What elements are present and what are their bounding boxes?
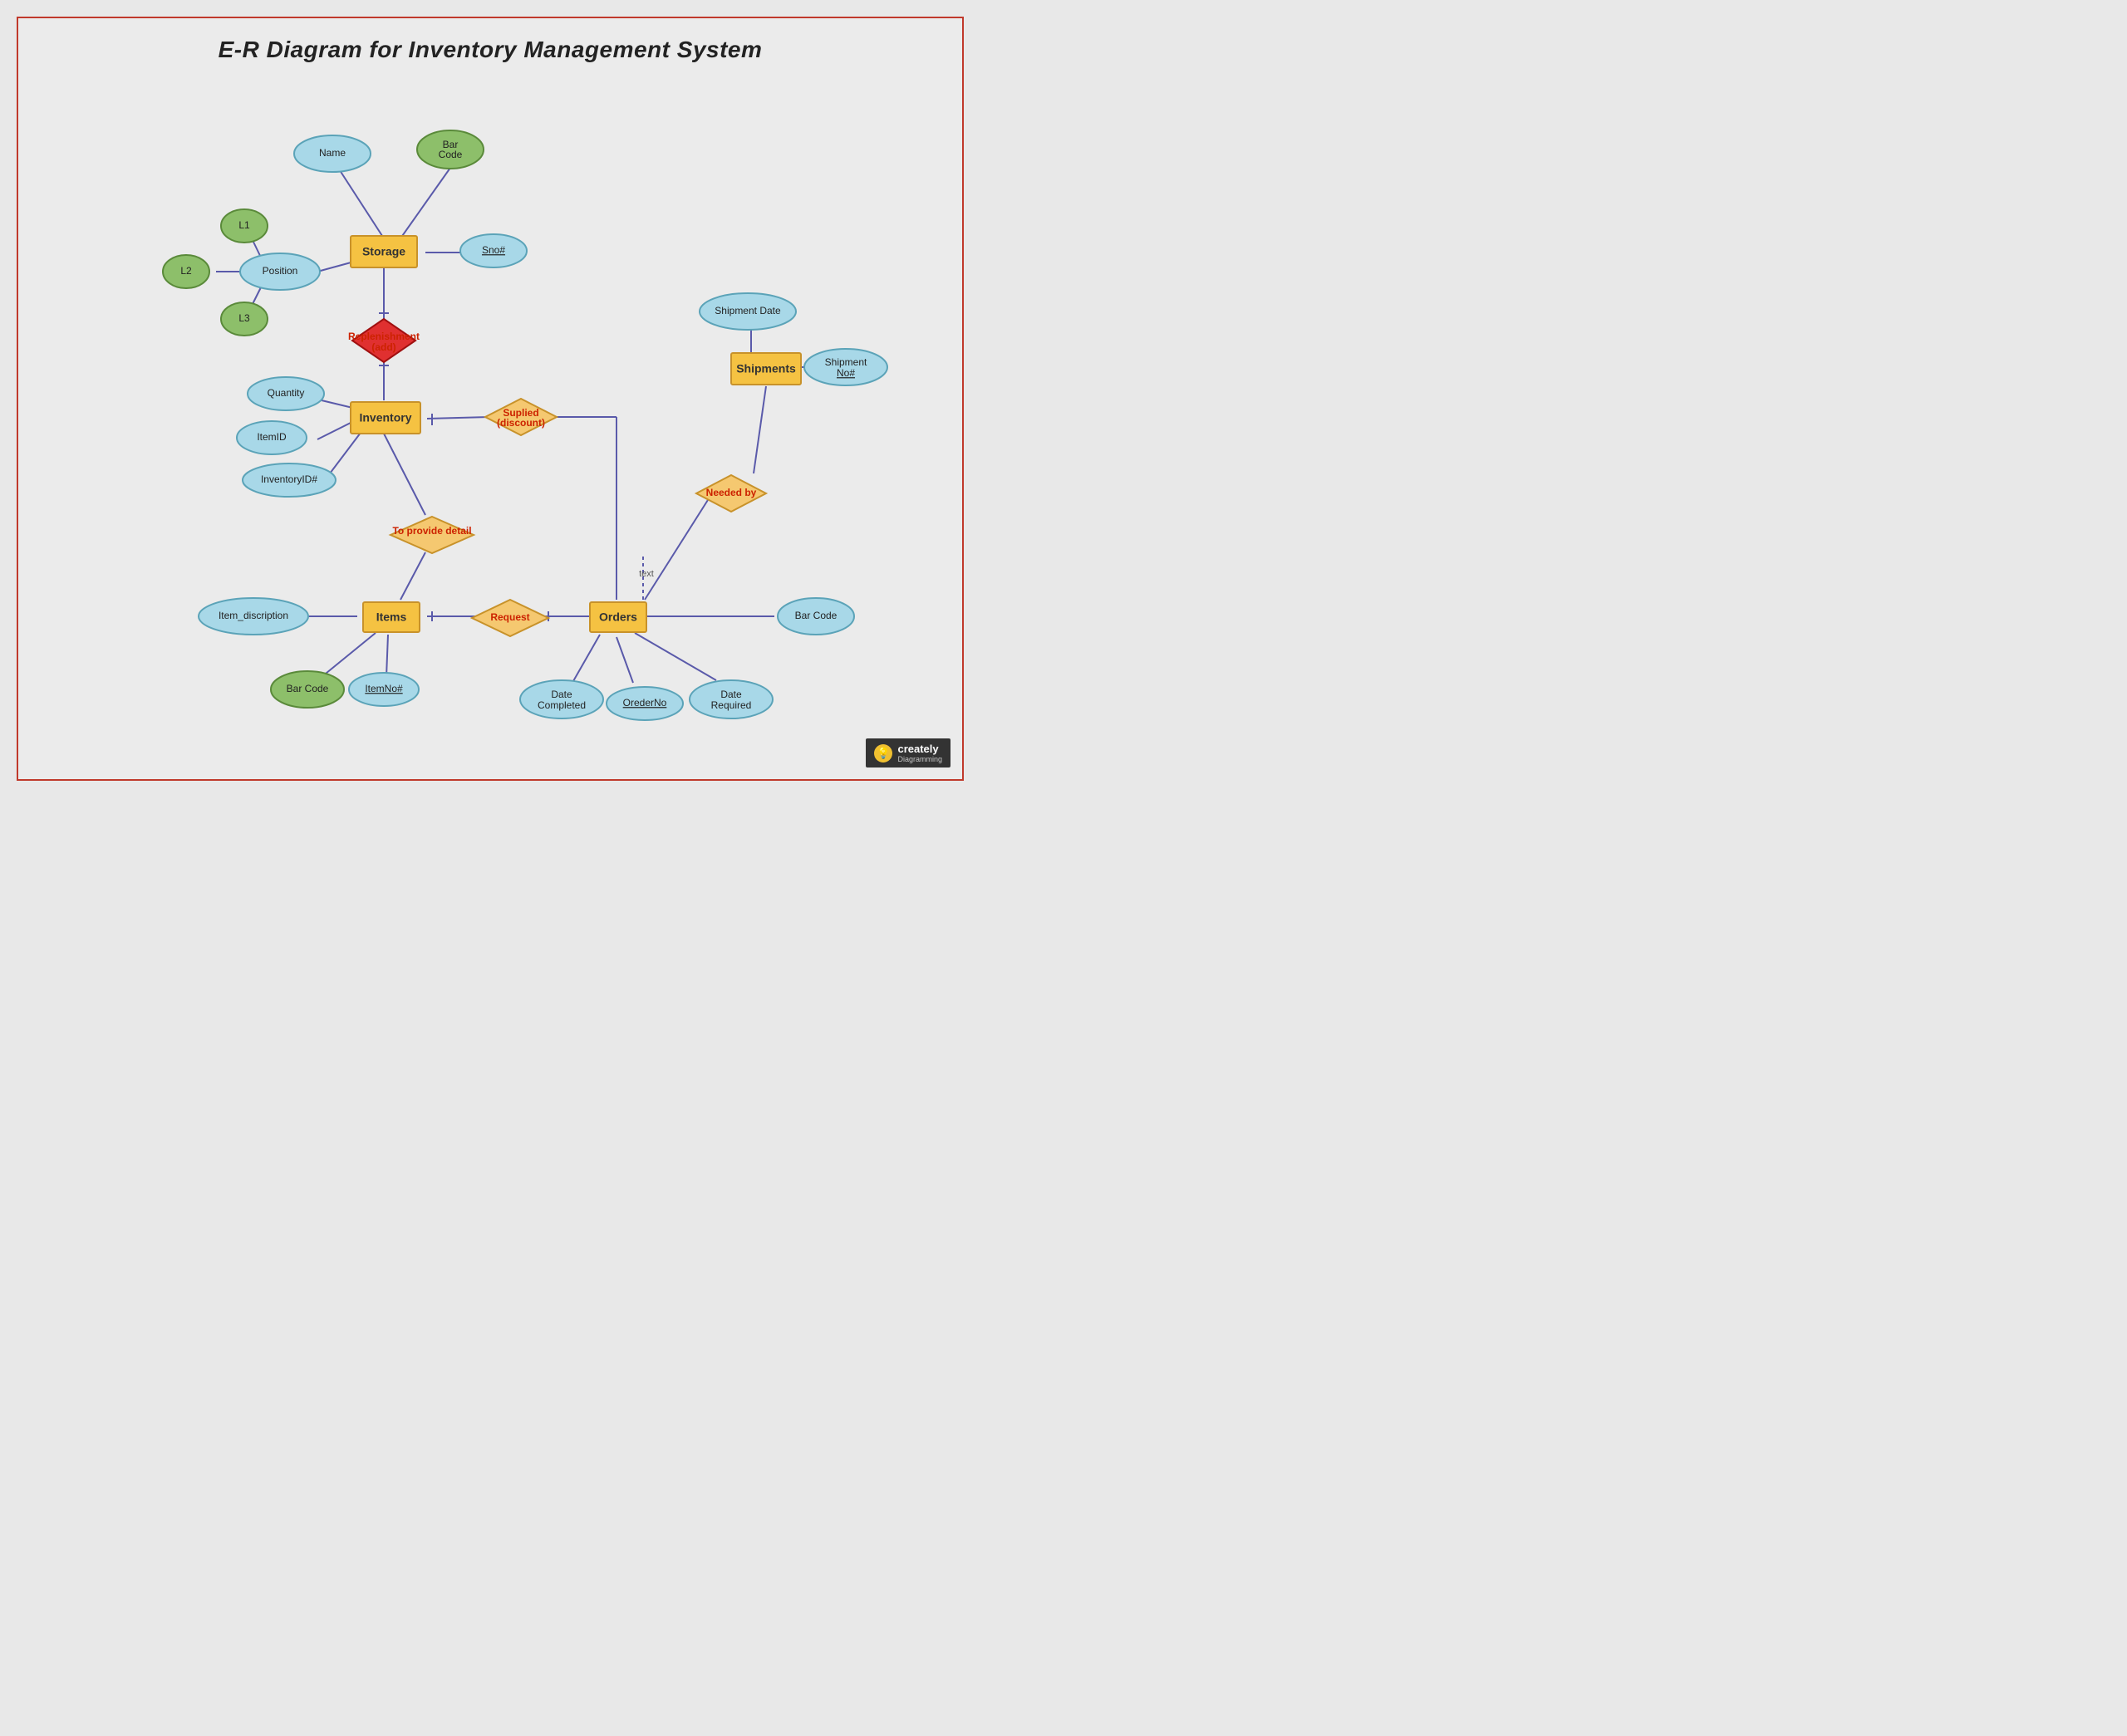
inventoryid-label: InventoryID# [261,473,317,485]
name-label: Name [319,147,346,159]
sno-label: Sno# [482,244,505,256]
itemno-label: ItemNo# [365,683,403,694]
l3-label: L3 [238,312,250,324]
storage-label: Storage [362,245,405,258]
l2-label: L2 [180,265,192,277]
diagram-container: E-R Diagram for Inventory Management Sys… [17,17,964,781]
position-label: Position [263,265,298,277]
daterequired-label2: Required [711,699,752,711]
barcode-teal-label: Bar Code [795,610,838,621]
orders-label: Orders [599,611,637,624]
barcode-green-storage-label2: Code [439,149,463,160]
text-label: text [639,569,654,579]
toprovide-label1: To provide detail [392,525,471,537]
er-diagram-svg: Storage Inventory Items Orders Shipments… [18,18,962,779]
quantity-label: Quantity [268,387,305,399]
daterequired-label1: Date [720,689,742,700]
brand-name: creately [897,743,942,755]
bulb-icon: 💡 [874,744,892,763]
itemid-label: ItemID [257,431,287,443]
inventory-label: Inventory [359,411,411,424]
replenishment-label1: Replenishment [348,331,420,342]
orderno-label: OrederNo [623,697,667,709]
replenishment-label2: (add) [371,341,395,353]
supplied-label2: (discount) [497,417,545,429]
branding: 💡 creately Diagramming [866,738,951,767]
barcode-green-items-label: Bar Code [287,683,329,694]
datecompleted-label2: Completed [538,699,586,711]
brand-text: creately Diagramming [897,743,942,763]
bulb-emoji: 💡 [877,747,890,760]
shipno-label2: No# [837,367,855,379]
shipments-label: Shipments [736,362,796,375]
neededby-label: Needed by [706,487,757,498]
shipdate-label: Shipment Date [715,305,781,316]
request-label: Request [490,611,529,623]
datecompleted-label1: Date [551,689,572,700]
l1-label: L1 [238,219,250,231]
items-label: Items [376,611,407,624]
item-desc-label: Item_discription [219,610,288,621]
shipno-label1: Shipment [825,356,867,368]
brand-tagline: Diagramming [897,755,942,763]
